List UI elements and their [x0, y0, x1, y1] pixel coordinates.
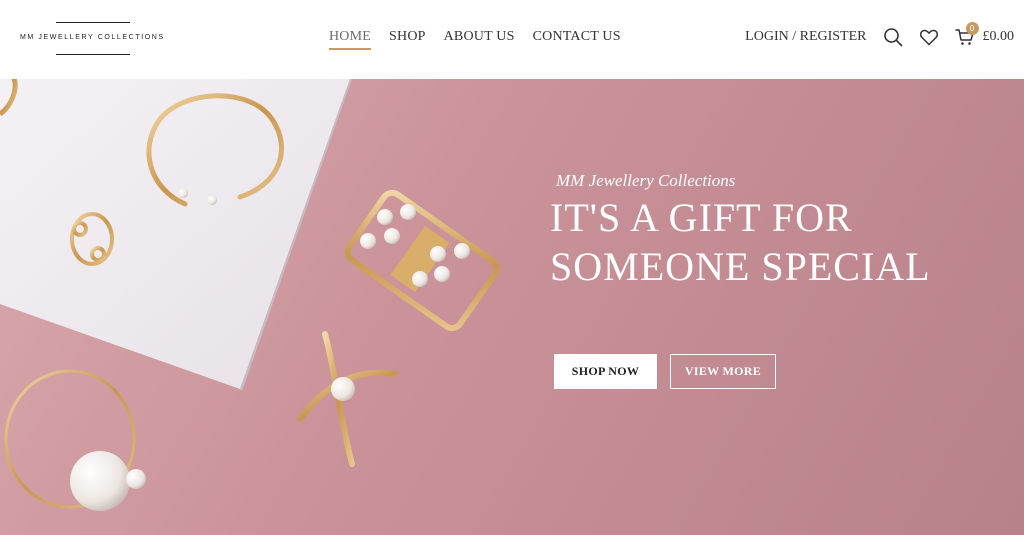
main-nav: HOME SHOP ABOUT US CONTACT US: [329, 29, 621, 50]
hero-title-line-1: IT'S A GIFT FOR: [550, 195, 853, 240]
cart-count-badge: 0: [965, 22, 979, 35]
search-icon[interactable]: [883, 27, 903, 47]
nav-contact-us[interactable]: CONTACT US: [533, 29, 621, 50]
site-header: MM JEWELLERY COLLECTIONS HOME SHOP ABOUT…: [0, 0, 1024, 79]
cart-icon[interactable]: 0: [954, 22, 979, 47]
cart-total[interactable]: £0.00: [983, 29, 1015, 45]
nav-shop[interactable]: SHOP: [389, 29, 426, 50]
nav-about-us[interactable]: ABOUT US: [444, 29, 515, 50]
hero-buttons: SHOP NOW VIEW MORE: [554, 354, 776, 389]
hero-title-line-2: SOMEONE SPECIAL: [550, 244, 931, 289]
hero-banner: MM Jewellery Collections IT'S A GIFT FOR…: [0, 79, 1024, 535]
hero-text: MM Jewellery Collections IT'S A GIFT FOR…: [550, 171, 1010, 291]
site-logo[interactable]: MM JEWELLERY COLLECTIONS: [20, 22, 170, 55]
logo-rule-top: [56, 22, 130, 23]
view-more-button[interactable]: VIEW MORE: [670, 354, 776, 389]
shop-now-button[interactable]: SHOP NOW: [554, 354, 657, 389]
login-register-link[interactable]: LOGIN / REGISTER: [745, 29, 866, 45]
header-tools: LOGIN / REGISTER 0 £0.00: [745, 22, 1015, 47]
nav-home[interactable]: HOME: [329, 29, 372, 50]
heart-icon[interactable]: [919, 27, 939, 47]
hero-jewellery-image: [0, 79, 500, 511]
logo-rule-bottom: [56, 54, 130, 55]
logo-text: MM JEWELLERY COLLECTIONS: [20, 34, 165, 41]
hero-subtitle: MM Jewellery Collections: [556, 171, 736, 190]
